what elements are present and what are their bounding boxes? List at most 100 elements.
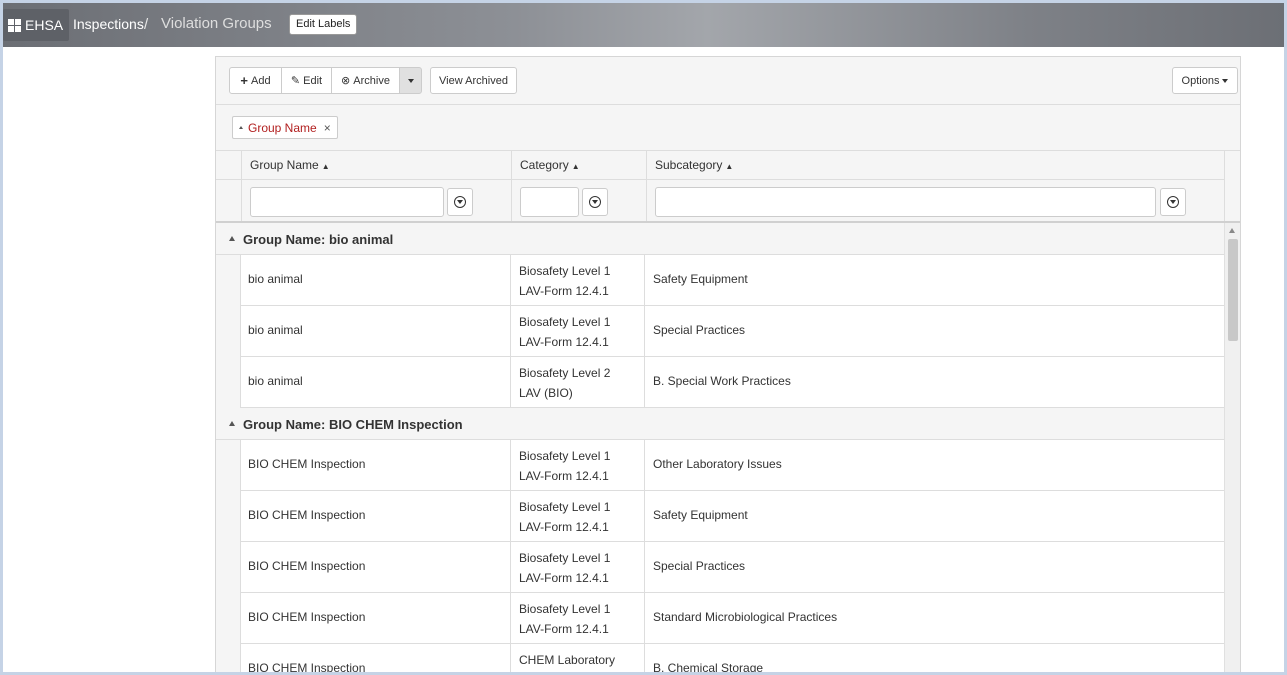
edit-button[interactable]: ✎ Edit <box>281 67 332 94</box>
grid-panel: + Add ✎ Edit ⊗ Archive View Archived Opt… <box>215 56 1241 672</box>
category-filter-input[interactable] <box>520 187 579 217</box>
add-button-label: Add <box>251 74 271 87</box>
group-name-filter-input[interactable] <box>250 187 444 217</box>
sort-ascending-icon: ▲ <box>725 162 734 171</box>
breadcrumb-inspections[interactable]: Inspections <box>73 16 144 32</box>
filter-row-group-name <box>242 179 511 221</box>
table-row[interactable]: BIO CHEM Inspection Biosafety Level 1 LAV… <box>216 593 1224 644</box>
row-spacer <box>216 255 241 306</box>
close-icon[interactable]: × <box>324 121 331 135</box>
subcategory-filter-button[interactable] <box>1160 188 1186 216</box>
cell-category: Biosafety Level 1 LAV-Form 12.4.1 <box>510 255 645 306</box>
group-chip-label: Group Name <box>248 120 317 135</box>
pencil-icon: ✎ <box>290 75 301 87</box>
sort-ascending-icon: ▲ <box>321 162 330 171</box>
filter-icon <box>1167 196 1179 208</box>
cell-category: Biosafety Level 1 LAV-Form 12.4.1 <box>510 542 645 593</box>
header-spacer <box>216 151 241 221</box>
cell-category: Biosafety Level 1 LAV-Form 12.4.1 <box>510 593 645 644</box>
archive-dropdown-toggle[interactable] <box>399 67 422 94</box>
group-row-label: Group Name: bio animal <box>243 232 394 247</box>
filter-row-category <box>512 179 646 221</box>
breadcrumb-separator: / <box>144 16 149 33</box>
cell-category: Biosafety Level 1 LAV-Form 12.4.1 <box>510 491 645 542</box>
column-title-text: Subcategory <box>655 158 723 172</box>
scroll-up-icon[interactable] <box>1229 228 1235 233</box>
category-line: LAV-Form 12.4.1 <box>519 520 609 534</box>
table-row[interactable]: BIO CHEM Inspection Biosafety Level 1 LAV… <box>216 542 1224 593</box>
category-line: Biosafety Level 1 <box>519 264 611 278</box>
category-line: LAV (BIO) <box>519 386 573 400</box>
cell-subcategory: Special Practices <box>653 559 746 573</box>
column-title-subcategory[interactable]: Subcategory ▲ <box>655 158 733 172</box>
grid-header: Group Name ▲ Category ▲ Subcategory ▲ <box>216 151 1240 223</box>
row-spacer <box>216 593 241 644</box>
subcategory-filter-input[interactable] <box>655 187 1156 217</box>
category-line: Biosafety Level 2 <box>519 366 611 380</box>
header-scroll-spacer <box>1224 151 1240 221</box>
group-row[interactable]: Group Name: bio animal <box>216 223 1224 255</box>
category-line: LAV-Form 12.4.1 <box>519 571 609 585</box>
top-navbar: EHSA Inspections / Violation Groups Edit… <box>3 3 1284 47</box>
filter-row-spacer <box>216 179 241 221</box>
options-dropdown-button[interactable]: Options <box>1172 67 1238 94</box>
filter-row-subcategory <box>647 179 1224 221</box>
circle-x-icon: ⊗ <box>341 75 351 87</box>
edit-labels-button[interactable]: Edit Labels <box>289 14 358 35</box>
category-filter-button[interactable] <box>582 188 608 216</box>
row-spacer <box>216 357 241 408</box>
column-header-group-name[interactable]: Group Name ▲ <box>241 151 511 221</box>
table-row[interactable]: bio animal Biosafety Level 1 LAV-Form 12.… <box>216 306 1224 357</box>
cell-category: Biosafety Level 1 LAV-Form 12.4.1 <box>510 306 645 357</box>
archive-button-label: Archive <box>353 74 390 87</box>
app-window: EHSA Inspections / Violation Groups Edit… <box>3 3 1284 672</box>
grid-icon <box>8 18 21 32</box>
collapse-group-icon[interactable] <box>229 421 235 426</box>
table-row[interactable]: BIO CHEM Inspection Biosafety Level 1 LAV… <box>216 440 1224 491</box>
cell-group-name: bio animal <box>248 374 303 388</box>
brand-label: EHSA <box>25 17 64 33</box>
cell-category: CHEM Laboratory <box>510 644 645 672</box>
column-title-text: Category <box>520 158 569 172</box>
plus-icon: + <box>240 73 248 88</box>
group-name-filter-button[interactable] <box>447 188 473 216</box>
cell-group-name: bio animal <box>248 272 303 286</box>
column-header-category[interactable]: Category ▲ <box>511 151 646 221</box>
edit-button-label: Edit <box>303 74 323 87</box>
group-row[interactable]: Group Name: BIO CHEM Inspection <box>216 408 1224 440</box>
group-chip-group-name[interactable]: Group Name × <box>232 116 338 139</box>
add-button[interactable]: + Add <box>229 67 282 94</box>
cell-subcategory: Safety Equipment <box>653 272 748 286</box>
column-title-group-name[interactable]: Group Name ▲ <box>250 158 330 172</box>
category-line: Biosafety Level 1 <box>519 602 611 616</box>
cell-subcategory: Special Practices <box>653 323 746 337</box>
grid-body: Group Name: bio animal bio animal Biosaf… <box>216 223 1224 672</box>
scrollbar-thumb[interactable] <box>1228 239 1238 341</box>
cell-subcategory: Other Laboratory Issues <box>653 457 782 471</box>
column-header-subcategory[interactable]: Subcategory ▲ <box>646 151 1224 221</box>
category-line: Biosafety Level 1 <box>519 551 611 565</box>
category-line: LAV-Form 12.4.1 <box>519 335 609 349</box>
collapse-group-icon[interactable] <box>229 236 235 241</box>
row-spacer <box>216 542 241 593</box>
group-by-bar: Group Name × <box>216 106 1240 151</box>
category-line: CHEM Laboratory <box>519 653 616 667</box>
cell-group-name: bio animal <box>248 323 303 337</box>
table-row[interactable]: bio animal Biosafety Level 2 LAV (BIO) B.… <box>216 357 1224 408</box>
options-label: Options <box>1181 74 1220 87</box>
view-archived-button[interactable]: View Archived <box>430 67 517 94</box>
vertical-scrollbar[interactable] <box>1224 223 1240 672</box>
filter-icon <box>589 196 601 208</box>
archive-button[interactable]: ⊗ Archive <box>331 67 400 94</box>
brand-home-link[interactable]: EHSA <box>3 9 69 41</box>
cell-group-name: BIO CHEM Inspection <box>248 508 366 522</box>
table-row[interactable]: BIO CHEM Inspection CHEM Laboratory B. C… <box>216 644 1224 672</box>
cell-group-name: BIO CHEM Inspection <box>248 610 366 624</box>
row-spacer <box>216 491 241 542</box>
cell-group-name: BIO CHEM Inspection <box>248 661 366 672</box>
table-row[interactable]: BIO CHEM Inspection Biosafety Level 1 LAV… <box>216 491 1224 542</box>
table-row[interactable]: bio animal Biosafety Level 1 LAV-Form 12.… <box>216 255 1224 306</box>
column-title-category[interactable]: Category ▲ <box>520 158 580 172</box>
sort-ascending-icon: ▲ <box>571 162 580 171</box>
cell-subcategory: Safety Equipment <box>653 508 748 522</box>
